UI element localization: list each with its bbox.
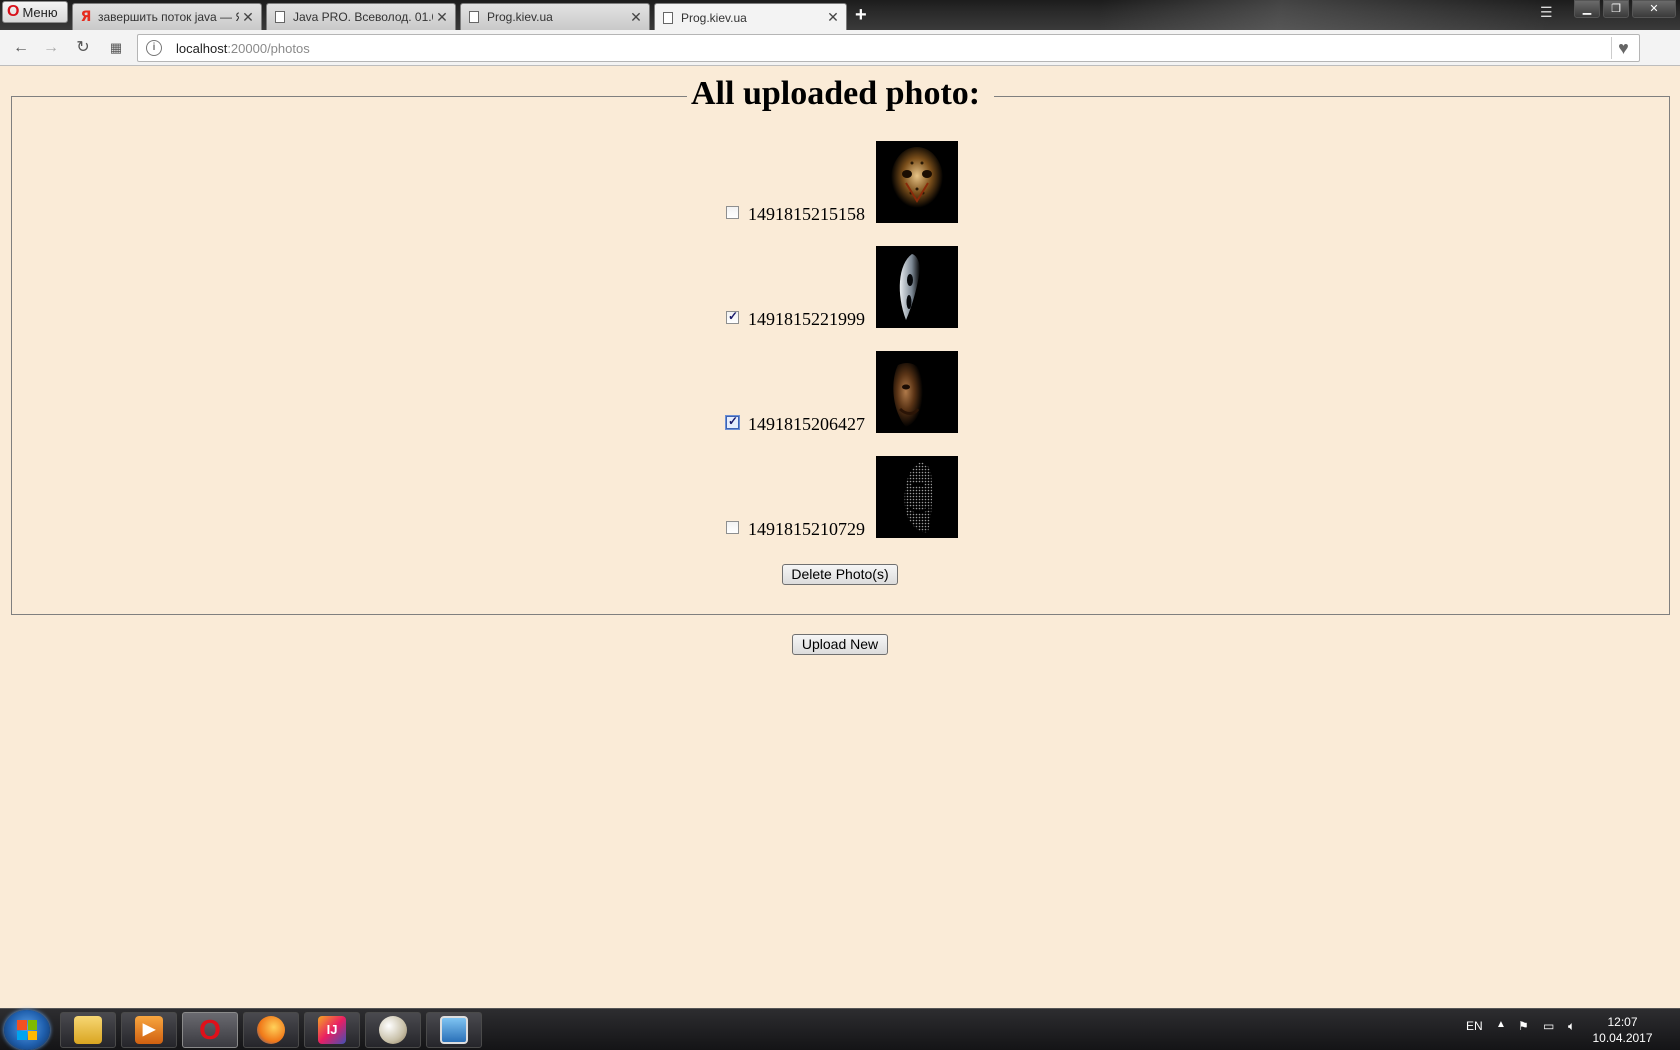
tab-menu-icon[interactable]: ☰ <box>1540 4 1553 21</box>
tab-prog-kiev-1[interactable]: Prog.kiev.ua ✕ <box>460 3 650 30</box>
back-arrow-icon[interactable]: ← <box>10 37 32 59</box>
opera-icon: O <box>199 1014 221 1045</box>
volume-icon[interactable]: 🔈︎ <box>1568 1019 1575 1034</box>
language-indicator[interactable]: EN <box>1466 1019 1483 1033</box>
explorer-icon <box>74 1016 102 1044</box>
close-window-button[interactable]: ✕ <box>1632 0 1676 18</box>
site-info-icon[interactable]: i <box>146 40 162 56</box>
opera-menu-label: Меню <box>22 4 58 20</box>
tab-yandex-search[interactable]: Я завершить поток java — Я ✕ <box>72 3 262 30</box>
maximize-window-button[interactable]: ❐ <box>1603 0 1629 18</box>
photo-id: 1491815210729 <box>748 519 865 539</box>
delete-photos-button[interactable]: Delete Photo(s) <box>782 564 898 585</box>
close-tab-icon[interactable]: ✕ <box>433 9 451 26</box>
taskbar-firefox[interactable] <box>243 1012 299 1048</box>
photo-id: 1491815221999 <box>748 309 865 329</box>
paint-icon <box>379 1016 407 1044</box>
face-portrait-photo <box>876 351 958 433</box>
photo-row: 1491815221999 <box>725 246 965 330</box>
system-clock[interactable]: 12:07 10.04.2017 <box>1585 1014 1660 1046</box>
bookmark-heart-icon[interactable]: ♥ <box>1611 37 1635 59</box>
new-tab-button[interactable]: + <box>855 4 867 27</box>
firefox-icon <box>257 1016 285 1044</box>
tab-title: завершить поток java — Я <box>98 10 239 24</box>
browser-titlebar: O Меню Я завершить поток java — Я ✕ Java… <box>0 0 1680 31</box>
show-hidden-icons-icon[interactable]: ▲ <box>1496 1019 1506 1030</box>
photo-checkbox[interactable] <box>726 309 739 324</box>
document-icon <box>469 11 479 23</box>
taskbar-photo-viewer[interactable] <box>426 1012 482 1048</box>
page-title: All uploaded photo: <box>691 75 981 112</box>
upload-new-button[interactable]: Upload New <box>792 634 888 655</box>
taskbar-opera[interactable]: O <box>182 1012 238 1048</box>
close-tab-icon[interactable]: ✕ <box>239 9 257 26</box>
photo-row: 1491815210729 <box>725 456 965 540</box>
tab-title: Java PRO. Всеволод. 01.03 <box>293 10 433 24</box>
scream-mask-photo <box>876 246 958 328</box>
guy-fawkes-mask-photo <box>876 456 958 538</box>
photo-row: 1491815215158 <box>725 141 965 225</box>
photo-checkbox[interactable] <box>726 521 739 534</box>
windows-logo-icon <box>17 1020 37 1040</box>
photo-thumbnail <box>876 141 958 223</box>
close-tab-icon[interactable]: ✕ <box>824 9 842 26</box>
tab-title: Prog.kiev.ua <box>487 10 553 24</box>
url-input[interactable]: i localhost:20000/photos ♥ <box>137 34 1640 62</box>
photo-id: 1491815215158 <box>748 204 865 224</box>
yandex-icon: Я <box>80 9 92 25</box>
document-icon <box>275 11 285 23</box>
jason-mask-photo <box>876 141 958 223</box>
photo-thumbnail <box>876 351 958 433</box>
clock-date: 10.04.2017 <box>1592 1031 1653 1045</box>
taskbar-explorer[interactable] <box>60 1012 116 1048</box>
fieldset-border-right <box>994 96 1670 97</box>
opera-menu-button[interactable]: O Меню <box>2 1 68 23</box>
tab-prog-kiev-active[interactable]: Prog.kiev.ua ✕ <box>654 3 847 31</box>
start-button[interactable] <box>4 1010 50 1050</box>
url-host: localhost <box>176 40 228 56</box>
minimize-window-button[interactable]: ▁ <box>1574 0 1600 18</box>
tab-java-pro[interactable]: Java PRO. Всеволод. 01.03 ✕ <box>266 3 456 30</box>
taskbar-media-player[interactable]: ▶ <box>121 1012 177 1048</box>
taskbar-intellij[interactable]: IJ <box>304 1012 360 1048</box>
forward-arrow-icon[interactable]: → <box>40 37 62 59</box>
photo-checkbox[interactable] <box>725 414 740 430</box>
media-player-icon: ▶ <box>135 1016 163 1044</box>
fieldset-border-left <box>11 96 687 97</box>
photo-row: 1491815206427 <box>725 351 965 435</box>
tab-title: Prog.kiev.ua <box>681 10 747 25</box>
document-icon <box>663 11 673 24</box>
url-path: :20000/photos <box>227 40 310 56</box>
address-toolbar: ← → ↻ ▦ i localhost:20000/photos ♥ <box>0 30 1680 66</box>
photo-thumbnail <box>876 456 958 538</box>
page-content: All uploaded photo: 1491815215158 ✓ 1491… <box>0 67 1680 1008</box>
photo-viewer-icon <box>440 1016 468 1044</box>
speed-dial-grid-icon[interactable]: ▦ <box>105 37 127 59</box>
taskbar-paint[interactable] <box>365 1012 421 1048</box>
close-tab-icon[interactable]: ✕ <box>627 9 645 26</box>
action-center-flag-icon[interactable]: ⚑ <box>1518 1019 1529 1033</box>
windows-taskbar: ▶ O IJ EN ▲ ⚑ ▭ 🔈︎ 12:07 10.04.2017 <box>0 1008 1680 1050</box>
photo-thumbnail <box>876 246 958 328</box>
opera-logo-icon: O <box>7 3 20 20</box>
photo-checkbox[interactable] <box>726 206 739 219</box>
photo-id: 1491815206427 <box>748 414 865 434</box>
reload-icon[interactable]: ↻ <box>72 37 94 59</box>
intellij-icon: IJ <box>318 1016 346 1044</box>
network-icon[interactable]: ▭ <box>1543 1019 1554 1033</box>
clock-time: 12:07 <box>1607 1015 1638 1029</box>
